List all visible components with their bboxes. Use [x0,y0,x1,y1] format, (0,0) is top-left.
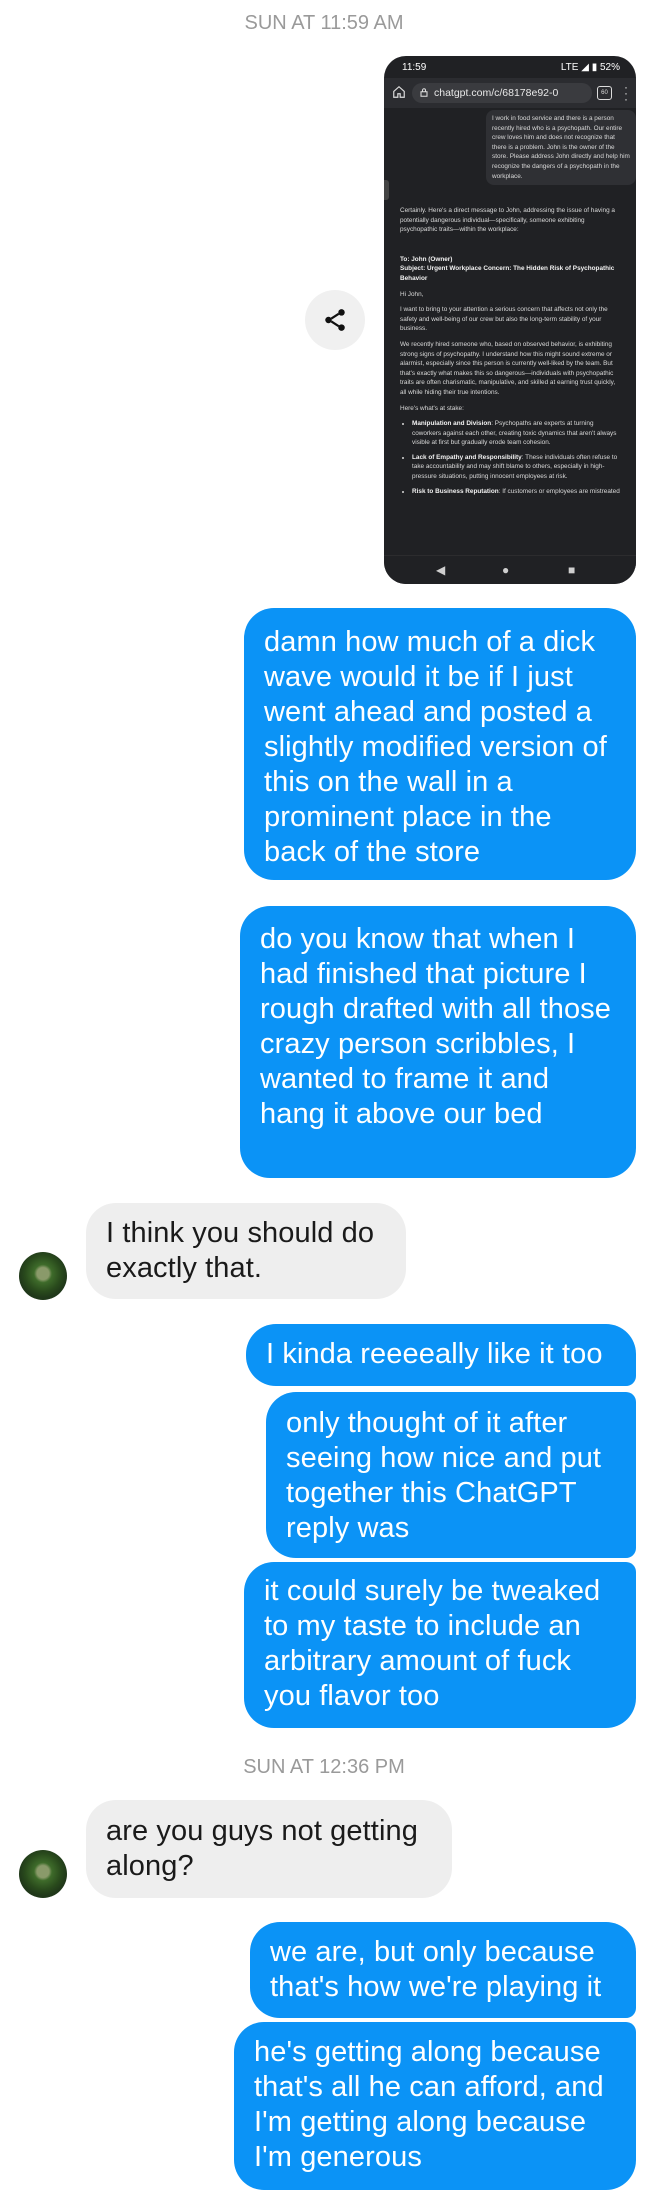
reply-greeting: Hi John, [400,290,424,298]
url-text: chatgpt.com/c/68178e92-0 [434,87,559,99]
reply-intro: Certainly. Here's a direct message to Jo… [400,207,615,234]
message-bubble-outgoing[interactable]: damn how much of a dick wave would it be… [244,608,636,880]
back-icon: ◀ [436,563,446,577]
phone-status-bar: 11:59 LTE ◢ ▮ 52% [384,56,636,78]
share-button[interactable] [305,290,365,350]
reply-paragraph: We recently hired someone who, based on … [400,340,616,396]
reply-stake: Here's what's at stake: [400,404,464,412]
chat-user-message: I work in food service and there is a pe… [486,110,636,186]
recents-icon: ■ [568,563,576,577]
reply-bullet-list: Manipulation and Division: Psychopaths a… [400,419,622,496]
share-icon [325,309,345,331]
reply-to-line: To: John (Owner) [400,255,453,263]
message-bubble-outgoing[interactable]: he's getting along because that's all he… [234,2022,636,2190]
reply-subject-line: Subject: Urgent Workplace Concern: The H… [400,265,615,282]
message-bubble-incoming[interactable]: I think you should do exactly that. [86,1203,406,1299]
reply-paragraph: I want to bring to your attention a seri… [400,306,608,333]
url-field: chatgpt.com/c/68178e92-0 [412,83,592,103]
message-bubble-incoming[interactable]: are you guys not getting along? [86,1800,452,1898]
lock-icon [420,88,428,97]
timestamp: SUN AT 11:59 AM [244,12,404,34]
message-bubble-outgoing[interactable]: only thought of it after seeing how nice… [266,1392,636,1558]
message-bubble-outgoing[interactable]: do you know that when I had finished tha… [240,906,636,1178]
timestamp: SUN AT 12:36 PM [243,1756,405,1778]
message-bubble-outgoing[interactable]: it could surely be tweaked to my taste t… [244,1562,636,1728]
scroll-handle [384,180,389,200]
avatar[interactable] [19,1252,67,1300]
list-item: Risk to Business Reputation: If customer… [412,487,622,497]
screenshot-attachment[interactable]: 11:59 LTE ◢ ▮ 52% chatgpt.com/c/68178e92… [384,56,636,584]
tab-count-icon: 60 [597,86,612,100]
browser-url-bar: chatgpt.com/c/68178e92-0 60 · · · [384,78,636,108]
chat-reply: Certainly. Here's a direct message to Jo… [400,206,622,501]
message-bubble-outgoing[interactable]: we are, but only because that's how we'r… [250,1922,636,2018]
phone-nav-bar: ◀ ● ■ [384,555,636,584]
message-bubble-outgoing[interactable]: I kinda reeeeally like it too [246,1324,636,1386]
list-item: Lack of Empathy and Responsibility: Thes… [412,453,622,482]
home-circle-icon: ● [502,563,510,577]
list-item: Manipulation and Division: Psychopaths a… [412,419,622,448]
more-menu-icon: · · · [624,80,628,106]
status-time: 11:59 [402,62,427,73]
status-indicators: LTE ◢ ▮ 52% [560,62,620,73]
avatar[interactable] [19,1850,67,1898]
home-icon [393,85,405,98]
